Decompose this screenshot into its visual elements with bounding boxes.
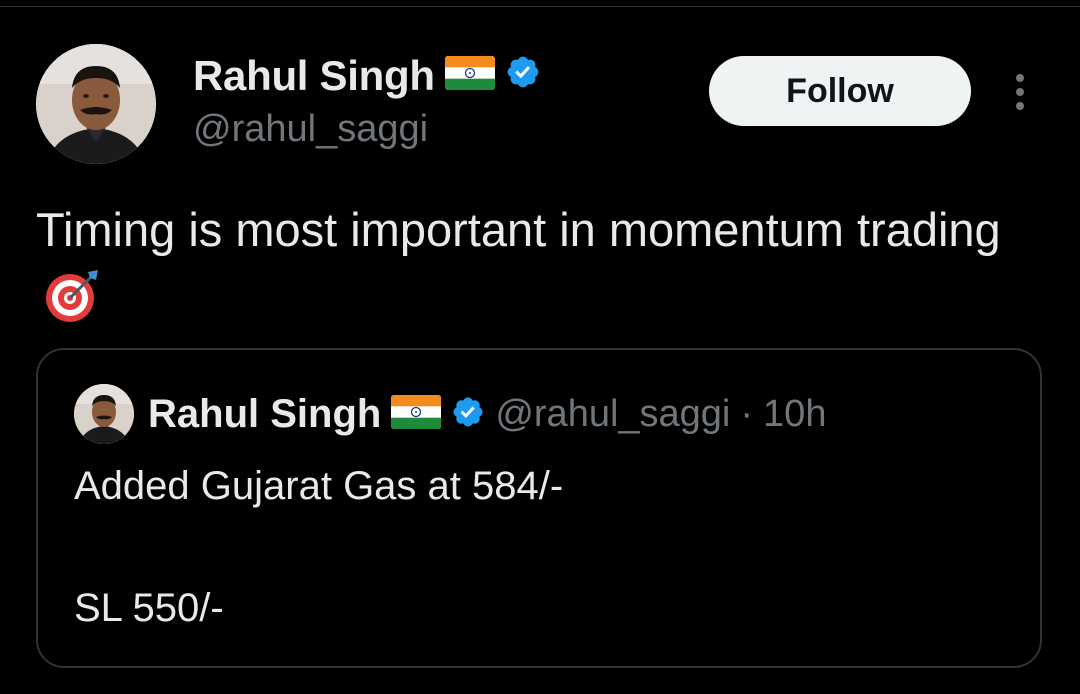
quoted-timestamp: 10h — [763, 392, 827, 435]
verified-badge-icon — [451, 395, 485, 434]
quoted-display-name: Rahul Singh — [148, 391, 382, 436]
author-name-row[interactable]: Rahul Singh — [193, 52, 541, 100]
quoted-text-line: SL 550/- — [74, 586, 224, 630]
verified-badge-icon[interactable] — [505, 52, 541, 100]
follow-button[interactable]: Follow — [709, 56, 971, 126]
more-vertical-icon[interactable] — [1008, 72, 1032, 112]
tweet-view: Rahul Singh @rahul_saggi Follow Timing i… — [0, 0, 1080, 694]
separator-dot: · — [740, 392, 754, 435]
avatar[interactable] — [36, 44, 156, 164]
author-display-name[interactable]: Rahul Singh — [193, 52, 435, 100]
divider — [0, 6, 1080, 7]
quoted-tweet-card[interactable]: Rahul Singh @rahul_saggi · 10h Added Guj… — [36, 348, 1042, 668]
tweet-body: Timing is most important in momentum tra… — [36, 203, 1001, 256]
tweet-text: Timing is most important in momentum tra… — [36, 196, 1046, 342]
india-flag-icon — [391, 394, 442, 434]
quoted-text-line: Added Gujarat Gas at 584/- — [74, 464, 564, 508]
quoted-tweet-header: Rahul Singh @rahul_saggi · 10h — [74, 384, 826, 444]
direct-hit-target-icon — [44, 268, 100, 342]
india-flag-icon — [444, 52, 495, 100]
quoted-avatar — [74, 384, 134, 444]
quoted-handle: @rahul_saggi — [495, 392, 731, 435]
author-handle[interactable]: @rahul_saggi — [193, 108, 428, 151]
